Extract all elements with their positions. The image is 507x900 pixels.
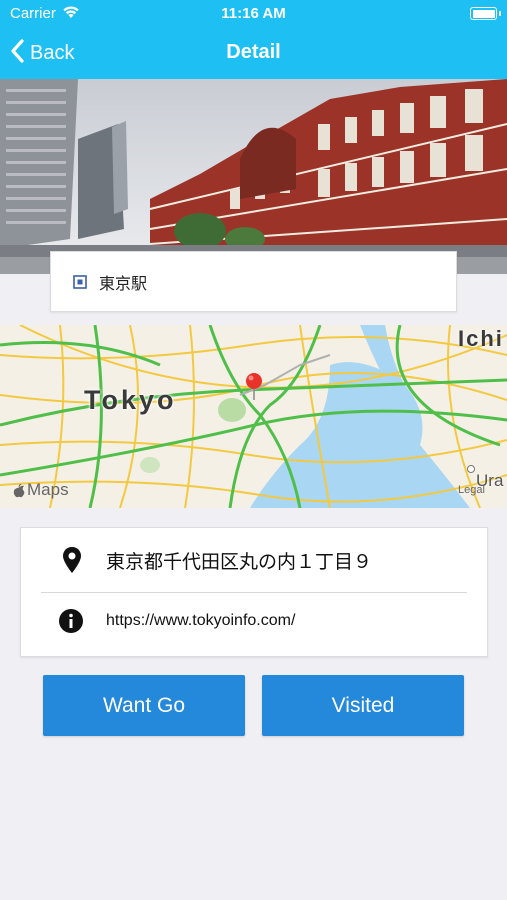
address-row: 東京都千代田区丸の内１丁目９ (21, 542, 487, 578)
apple-maps-logo: Maps (13, 480, 69, 500)
apple-logo-icon (13, 483, 25, 498)
divider (41, 592, 467, 593)
map-legal-link[interactable]: Legal (458, 484, 485, 496)
map-poi-dot (467, 465, 475, 473)
battery-icon (470, 7, 501, 20)
page-title: Detail (226, 41, 281, 63)
info-card: 東京都千代田区丸の内１丁目９ https://www.tokyoinfo.com… (20, 527, 488, 657)
location-pin-icon[interactable] (244, 372, 264, 405)
station-name: 東京駅 (99, 275, 148, 293)
navigation-bar: Back Detail (0, 28, 507, 79)
station-card: 東京駅 (50, 251, 457, 312)
info-icon (59, 609, 83, 633)
website-link[interactable]: https://www.tokyoinfo.com/ (106, 612, 295, 630)
map-edge-label: Ichi (458, 326, 504, 351)
visited-button[interactable]: Visited (262, 675, 464, 736)
address-text: 東京都千代田区丸の内１丁目９ (106, 551, 373, 573)
clock: 11:16 AM (221, 5, 286, 22)
train-station-icon (73, 274, 87, 289)
location-pin-marker-icon (62, 547, 82, 573)
maps-brand-label: Maps (27, 480, 69, 499)
url-row[interactable]: https://www.tokyoinfo.com/ (21, 606, 487, 636)
want-go-button[interactable]: Want Go (43, 675, 245, 736)
station-photo (0, 79, 507, 274)
status-bar: Carrier 11:16 AM (0, 0, 507, 28)
map-city-label: Tokyo (84, 385, 177, 415)
map-view[interactable]: Tokyo Ichi Ura Maps Legal (0, 325, 507, 508)
